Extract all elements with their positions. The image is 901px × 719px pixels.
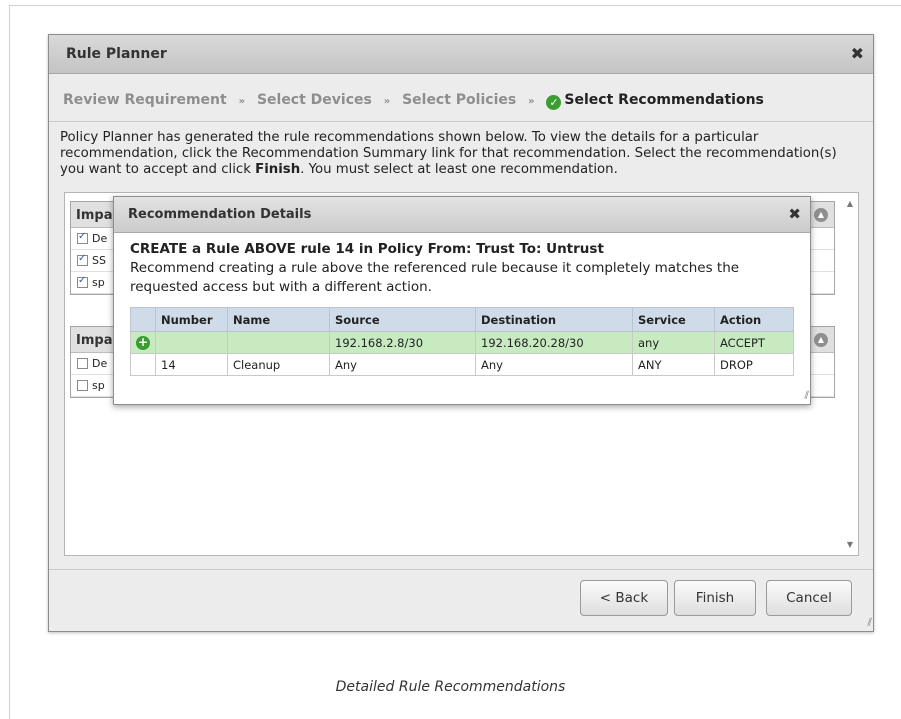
table-cell <box>130 353 156 376</box>
instructions-text: Policy Planner has generated the rule re… <box>60 130 860 178</box>
table-cell: DROP <box>714 353 794 376</box>
column-header: Name <box>227 307 330 332</box>
checkmark-icon: ✓ <box>546 95 562 110</box>
table-cell: 14 <box>155 353 228 376</box>
wizard-steps: Review Requirement » Select Devices » Se… <box>63 92 764 110</box>
checkbox[interactable] <box>77 231 88 244</box>
table-row[interactable]: + 192.168.2.8/30 192.168.20.28/30 any AC… <box>130 331 794 354</box>
step-select-recommendations-label: Select Recommendations <box>564 92 764 108</box>
divider <box>49 569 873 570</box>
table-cell: ACCEPT <box>714 331 794 354</box>
table-cell: 192.168.2.8/30 <box>329 331 476 354</box>
scroll-down-icon[interactable]: ▼ <box>847 540 853 549</box>
column-header: Source <box>329 307 476 332</box>
finish-button[interactable]: Finish <box>674 580 756 616</box>
resize-grip-icon[interactable]: ∕∕ <box>867 617 872 628</box>
table-cell: Any <box>475 353 633 376</box>
popup-title: Recommendation Details <box>128 207 312 222</box>
table-cell: 192.168.20.28/30 <box>475 331 633 354</box>
step-review-requirement: Review Requirement <box>63 92 227 108</box>
step-separator-icon: » <box>238 96 246 107</box>
table-cell: ANY <box>632 353 715 376</box>
table-cell: + <box>130 331 156 354</box>
list-item-label: sp <box>92 276 105 289</box>
step-select-policies: Select Policies <box>402 92 517 108</box>
table-cell <box>155 331 228 354</box>
instructions-bold: Finish <box>255 162 301 177</box>
step-separator-icon: » <box>528 96 535 107</box>
rules-table: Number Name Source Destination Service A… <box>130 307 794 376</box>
step-select-recommendations: ✓ Select Recommendations <box>546 92 764 110</box>
back-button[interactable]: < Back <box>580 580 668 616</box>
divider <box>49 121 873 122</box>
list-item-label: De <box>92 232 108 245</box>
recommendation-heading: CREATE a Rule ABOVE rule 14 in Policy Fr… <box>130 241 604 257</box>
checkbox[interactable] <box>77 380 88 391</box>
recommendation-text: Recommend creating a rule above the refe… <box>130 260 740 295</box>
add-icon: + <box>136 335 150 350</box>
column-header: Service <box>632 307 715 332</box>
list-item-label: SS <box>92 254 106 267</box>
table-cell: any <box>632 331 715 354</box>
dialog-titlebar[interactable]: Rule Planner ✖ <box>49 35 873 74</box>
collapse-icon[interactable]: ▲ <box>814 333 828 347</box>
checkbox[interactable] <box>77 275 88 288</box>
list-item-label: De <box>92 357 108 370</box>
scroll-up-icon[interactable]: ▲ <box>847 199 853 208</box>
list-item-label: sp <box>92 379 105 392</box>
figure-caption: Detailed Rule Recommendations <box>335 679 566 695</box>
close-icon[interactable]: ✖ <box>851 44 864 63</box>
table-cell: Cleanup <box>227 353 330 376</box>
cancel-button[interactable]: Cancel <box>766 580 852 616</box>
table-cell <box>227 331 330 354</box>
column-header: Destination <box>475 307 633 332</box>
column-header <box>130 307 156 332</box>
resize-grip-icon[interactable]: ∕∕ <box>804 390 809 401</box>
instructions-after: . You must select at least one recommend… <box>300 162 618 177</box>
collapse-icon[interactable]: ▲ <box>814 208 828 222</box>
step-select-devices: Select Devices <box>256 92 372 108</box>
column-header: Number <box>155 307 228 332</box>
recommendation-details-popup: Recommendation Details ✖ CREATE a Rule A… <box>113 196 811 405</box>
column-header: Action <box>714 307 794 332</box>
table-header-row: Number Name Source Destination Service A… <box>130 307 794 332</box>
table-cell: Any <box>329 353 476 376</box>
popup-titlebar[interactable]: Recommendation Details ✖ <box>114 197 810 233</box>
checkbox[interactable] <box>77 253 88 266</box>
table-row[interactable]: 14 Cleanup Any Any ANY DROP <box>130 353 794 376</box>
step-separator-icon: » <box>383 96 391 107</box>
dialog-title: Rule Planner <box>66 46 167 62</box>
close-icon[interactable]: ✖ <box>788 205 801 223</box>
checkbox[interactable] <box>77 358 88 369</box>
